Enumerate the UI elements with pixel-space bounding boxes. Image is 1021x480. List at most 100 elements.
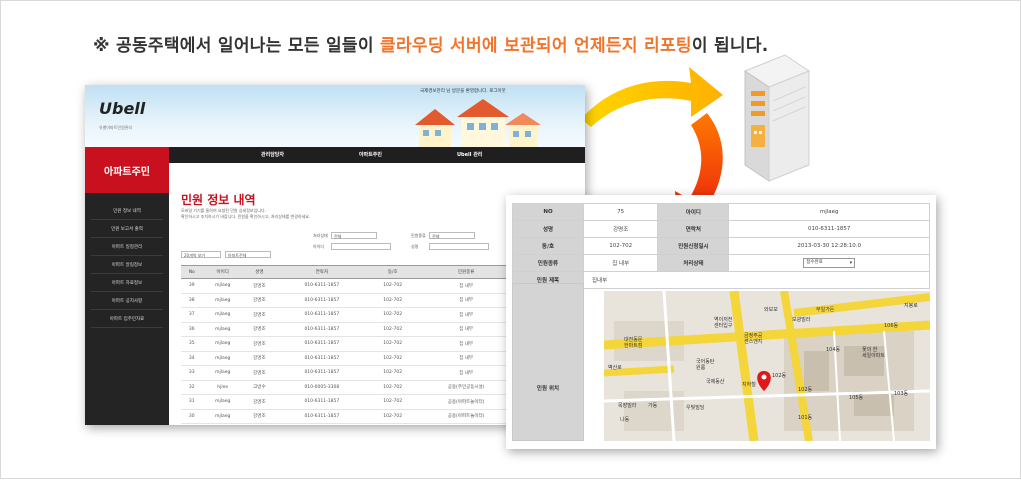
table-cell: 102-702 (367, 307, 418, 323)
sidebar-item-report[interactable]: 민원 보고서 출력 (91, 223, 163, 238)
table-cell: mjlaeg (202, 336, 243, 352)
table-cell: 32 (181, 380, 203, 395)
map-label: 106동 (884, 323, 899, 329)
type-filter-select[interactable]: 전체 (429, 232, 475, 239)
table-cell: 33 (181, 365, 203, 381)
map-label: 우빛빌딩 (686, 404, 704, 411)
map-label: 104동 (826, 347, 841, 353)
table-cell: 010-6311-1857 (275, 351, 368, 366)
table-cell: 강명조 (242, 278, 276, 294)
table-cell: 37 (181, 307, 203, 323)
no-value: 75 (582, 203, 659, 221)
map-label: 102동 (798, 387, 813, 393)
table-cell: 102-702 (367, 351, 418, 366)
map-label: 부일가든 (816, 306, 835, 313)
house-illustration (415, 99, 541, 151)
table-cell: 38 (181, 293, 203, 308)
top-nav: 관리담당자 아파트주민 Ubell 관리 (169, 147, 585, 163)
type-value: 집 내부 (582, 254, 659, 272)
status-filter-select[interactable]: 전체 (331, 232, 377, 239)
table-cell: 010-6311-1857 (275, 322, 368, 337)
complaint-detail-screenshot: NO 75 아이디 mjlaeg 성명 강명조 연락처 010-6311-185… (506, 195, 936, 449)
table-cell: 강명조 (242, 322, 276, 337)
id-label: 아이디 (657, 203, 730, 221)
type-label: 민원종류 (512, 254, 584, 272)
col-no: No (181, 265, 203, 279)
col-name: 성명 (242, 265, 276, 279)
nav-item-admin[interactable]: 관리담당자 (261, 151, 284, 158)
col-id: 아이디 (202, 265, 243, 279)
table-cell: 102-702 (367, 380, 418, 395)
table-cell: mjlaeg (202, 351, 243, 366)
sidebar: 아파트주민 민원 정보 내역 민원 보고서 출력 아파트 일정관리 아파트 알림… (85, 147, 169, 425)
logo-subtitle: 유벨아파트민원관리 (99, 125, 133, 130)
map-label: 역이저전 센터입구 (714, 316, 733, 329)
map-label: 103동 (894, 391, 909, 397)
date-value: 2013-03-30 12:28:10.0 (728, 237, 930, 255)
page-description: 모바일 기기를 통하여 요청된 민원 상세정보입니다. 확인하시고 조치하시기 … (181, 208, 310, 220)
name-filter-input[interactable] (429, 243, 489, 250)
table-cell: 강명조 (242, 351, 276, 366)
id-filter-input[interactable] (331, 243, 391, 250)
status-cell: 접수완료 (728, 254, 930, 272)
table-cell: 010-6311-1857 (275, 278, 368, 294)
nav-item-residents[interactable]: 아파트주민 (359, 151, 382, 158)
ubell-logo: Ubell (99, 99, 146, 118)
phone-value: 010-6311-1857 (728, 220, 930, 238)
nav-item-ubell[interactable]: Ubell 관리 (457, 151, 482, 158)
table-cell: 집 내부 (417, 351, 515, 366)
status-label: 처리상태 (657, 254, 730, 272)
table-cell: 강명조 (242, 336, 276, 352)
table-cell: 집 내부 (417, 293, 515, 308)
table-cell: 102-702 (367, 409, 418, 424)
table-cell: 102-702 (367, 322, 418, 337)
sidebar-title: 아파트주민 (85, 147, 169, 193)
table-cell: 강명조 (242, 365, 276, 381)
table-cell: 집 내부 (417, 307, 515, 323)
table-cell: mjlaeg (202, 293, 243, 308)
table-cell: 36 (181, 322, 203, 337)
table-cell: 강명조 (242, 409, 276, 424)
map-label: 대전동문 한마트점 (624, 336, 643, 349)
sidebar-item-notices[interactable]: 아파트 공지사항 (91, 295, 163, 310)
subject-value: 집내부 (583, 271, 930, 289)
top-links[interactable]: 국제경보관리 님 방문을 환영합니다. 로그아웃 (420, 88, 506, 94)
map-label: 가동 (648, 402, 658, 409)
table-cell: mjlaeg (202, 394, 243, 410)
unit-label: 동/호 (512, 237, 584, 255)
table-cell: 공용(아파트놀이터) (417, 409, 515, 424)
sidebar-item-complaints[interactable]: 민원 정보 내역 (91, 205, 163, 220)
page-title: 민원 정보 내역 (181, 193, 256, 207)
table-cell: mjlaeg (202, 307, 243, 323)
page-size-select[interactable]: 20개씩 보기 (181, 251, 221, 258)
map-label: 나동 (620, 416, 630, 423)
col-type: 민원종류 (417, 265, 515, 279)
phone-label: 연락처 (657, 220, 730, 238)
table-cell: mjlaeg (202, 365, 243, 381)
table-cell: mjlaeg (202, 322, 243, 337)
status-filter-label: 처리상태 (313, 233, 328, 238)
apartment-select[interactable]: 아파트전체 (225, 251, 271, 258)
sidebar-item-resources[interactable]: 아파트 자료정보 (91, 277, 163, 292)
date-label: 민원신청일시 (657, 237, 730, 255)
map-label: 102동 (772, 373, 787, 379)
table-cell: 010-6311-1857 (275, 336, 368, 352)
status-select[interactable]: 접수완료 (803, 258, 856, 268)
map-label: 국제동산 (706, 378, 725, 385)
table-cell: hjlee (202, 380, 243, 395)
map-label: 지봉로 (904, 302, 918, 309)
id-value: mjlaeg (728, 203, 930, 221)
sidebar-item-schedule[interactable]: 아파트 일정관리 (91, 241, 163, 256)
sidebar-item-alerts[interactable]: 아파트 알림정보 (91, 259, 163, 274)
location-map[interactable]: 역이저전 센터입구 대전동문 한마트점 국어동탄 원룸 금정주공 센스앤지 와보모 보광… (604, 291, 930, 441)
table-cell: 102-702 (367, 293, 418, 308)
map-label: 보광빌라 (792, 316, 811, 323)
table-cell: 강명조 (242, 293, 276, 308)
table-cell: 집 내부 (417, 336, 515, 352)
map-label: 벽산로 (608, 364, 622, 371)
table-cell: 집 내부 (417, 278, 515, 294)
table-cell: 공용(아파트놀이터) (417, 394, 515, 410)
feature-panel: ※ 공동주택에서 일어나는 모든 일들이 클라우딩 서버에 보관되어 언제든지 … (0, 0, 1021, 479)
sidebar-item-residents-data[interactable]: 아파트 입주민자료 (91, 313, 163, 328)
cloud-server-icon (743, 54, 811, 182)
